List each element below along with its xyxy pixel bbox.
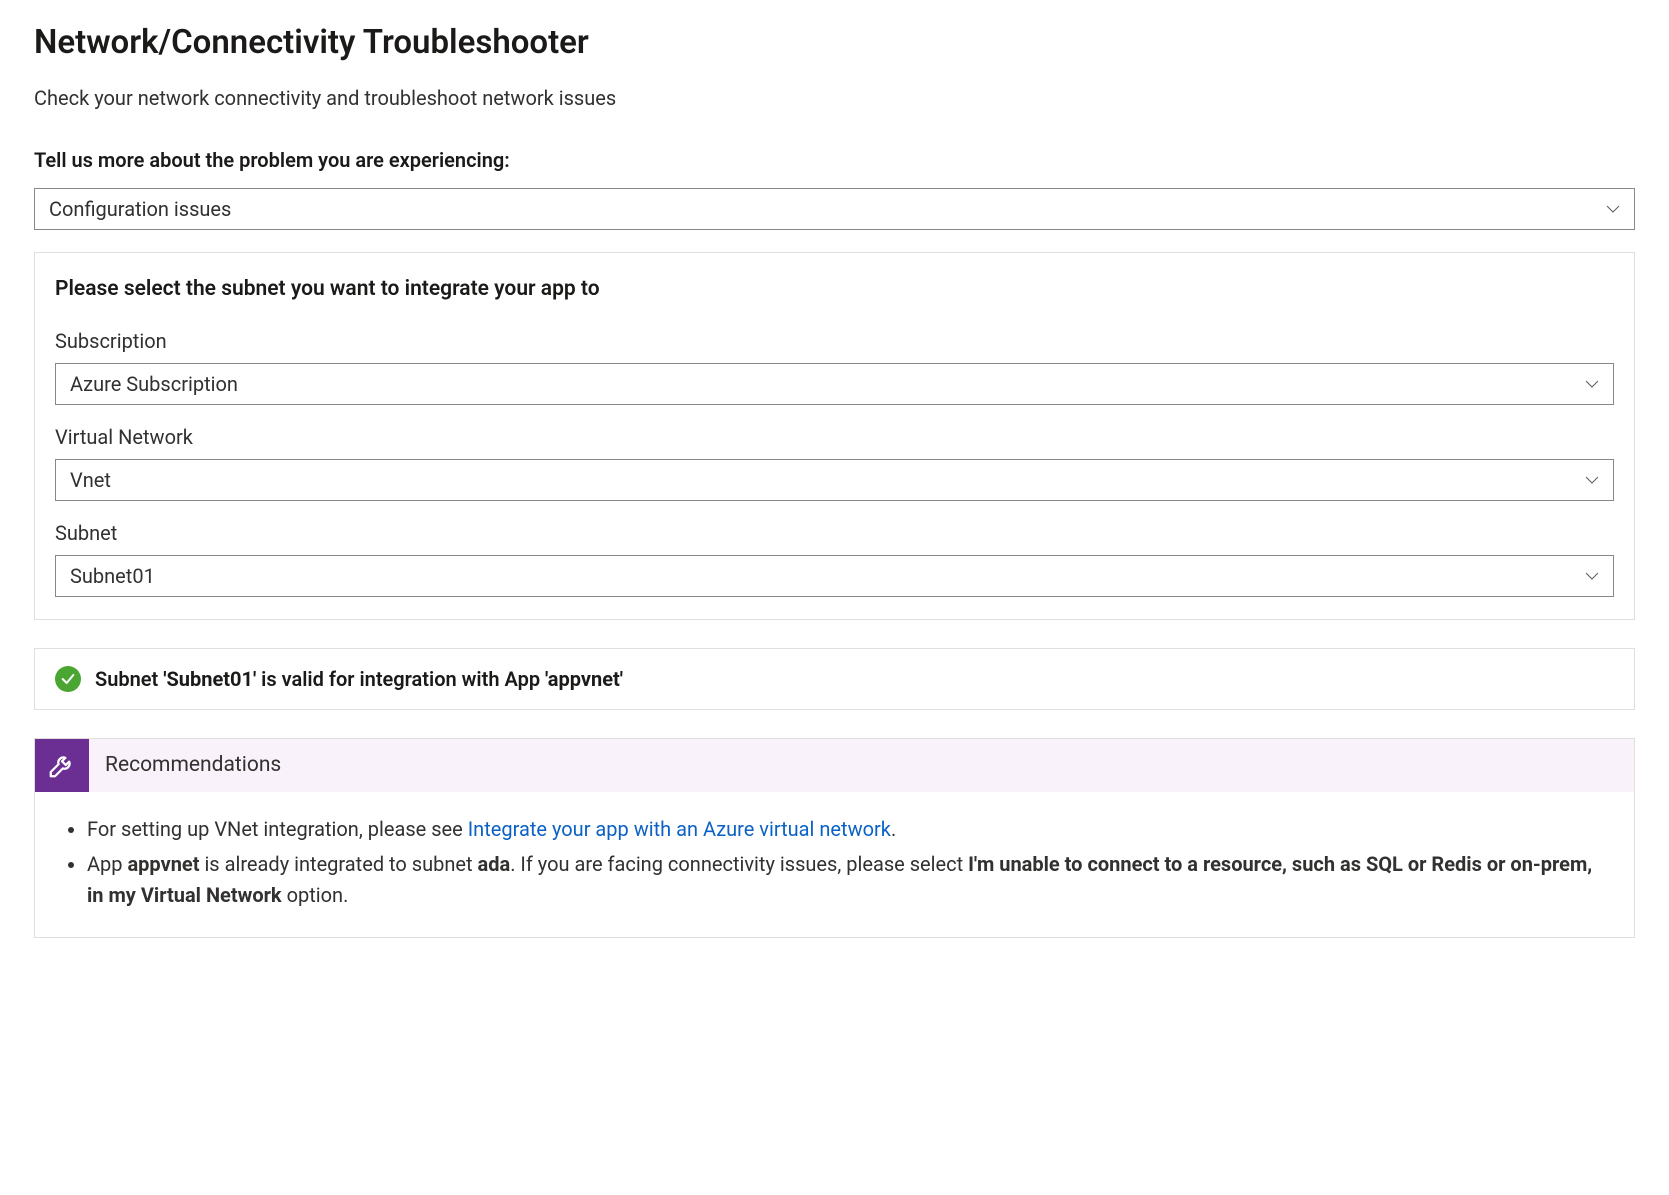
- chevron-down-icon: [1583, 471, 1601, 489]
- success-check-icon: [55, 666, 81, 692]
- wrench-icon: [35, 739, 89, 792]
- recommendation-item: App appvnet is already integrated to sub…: [87, 849, 1610, 911]
- problem-prompt-label: Tell us more about the problem you are e…: [34, 146, 1635, 174]
- page-title: Network/Connectivity Troubleshooter: [34, 20, 1635, 66]
- chevron-down-icon: [1583, 567, 1601, 585]
- subnet-card-heading: Please select the subnet you want to int…: [55, 275, 1614, 304]
- subnet-dropdown[interactable]: Subnet01: [55, 555, 1614, 597]
- chevron-down-icon: [1583, 375, 1601, 393]
- subscription-label: Subscription: [55, 327, 1614, 355]
- subnet-label: Subnet: [55, 519, 1614, 547]
- vnet-dropdown-value: Vnet: [70, 466, 111, 494]
- vnet-label: Virtual Network: [55, 423, 1614, 451]
- vnet-dropdown[interactable]: Vnet: [55, 459, 1614, 501]
- problem-dropdown-value: Configuration issues: [49, 195, 231, 223]
- validation-status-card: Subnet 'Subnet01' is valid for integrati…: [34, 648, 1635, 710]
- recommendations-header: Recommendations: [35, 739, 1634, 792]
- integrate-vnet-link[interactable]: Integrate your app with an Azure virtual…: [468, 817, 891, 841]
- recommendations-card: Recommendations For setting up VNet inte…: [34, 738, 1635, 938]
- subscription-dropdown-value: Azure Subscription: [70, 370, 238, 398]
- recommendation-item: For setting up VNet integration, please …: [87, 814, 1610, 845]
- validation-status-text: Subnet 'Subnet01' is valid for integrati…: [95, 665, 623, 693]
- problem-dropdown[interactable]: Configuration issues: [34, 188, 1635, 230]
- recommendations-body: For setting up VNet integration, please …: [35, 792, 1634, 937]
- page-subtitle: Check your network connectivity and trou…: [34, 84, 1635, 112]
- recommendations-title: Recommendations: [89, 739, 297, 792]
- subnet-selection-card: Please select the subnet you want to int…: [34, 252, 1635, 619]
- chevron-down-icon: [1604, 200, 1622, 218]
- subnet-dropdown-value: Subnet01: [70, 562, 155, 590]
- subscription-dropdown[interactable]: Azure Subscription: [55, 363, 1614, 405]
